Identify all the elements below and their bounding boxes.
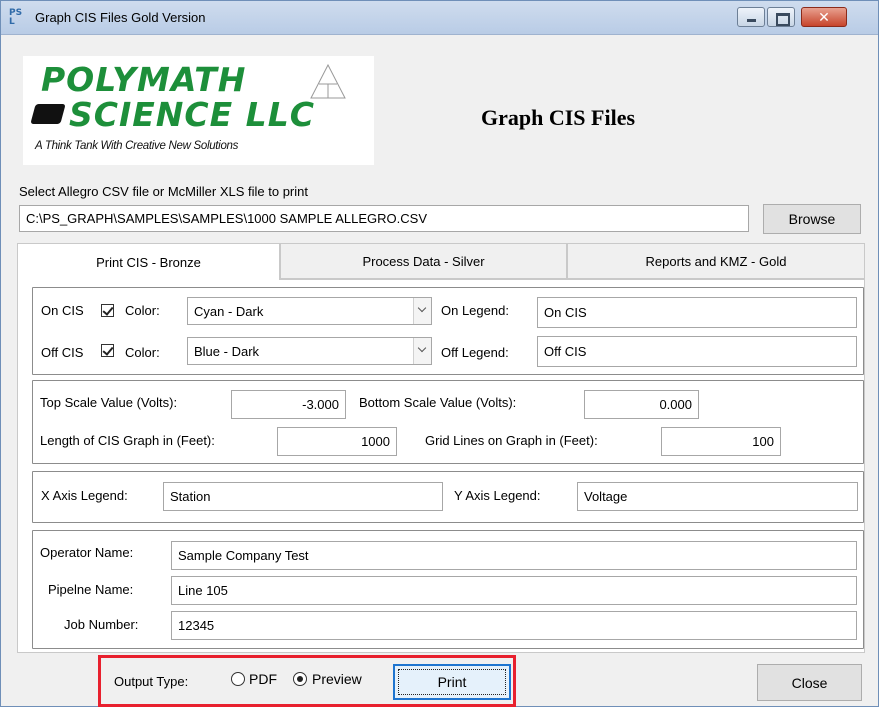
on-legend-input[interactable]: On CIS bbox=[537, 297, 857, 328]
job-number-label: Job Number: bbox=[64, 617, 139, 632]
logo-text-line2: SCIENCE LLC bbox=[69, 95, 315, 134]
on-color-select[interactable]: Cyan - Dark bbox=[187, 297, 432, 325]
triangle-logo-icon bbox=[310, 63, 346, 99]
chevron-down-icon[interactable] bbox=[413, 338, 431, 364]
minimize-button[interactable] bbox=[737, 7, 765, 27]
pdf-radio[interactable] bbox=[231, 672, 245, 686]
bottom-scale-input[interactable]: 0.000 bbox=[584, 390, 699, 419]
logo-text-line1: POLYMATH bbox=[41, 60, 247, 99]
pipeline-name-label: Pipelne Name: bbox=[48, 582, 134, 597]
preview-radio[interactable] bbox=[293, 672, 307, 686]
job-number-input[interactable]: 12345 bbox=[171, 611, 857, 640]
print-button-label: Print bbox=[437, 674, 467, 690]
x-axis-legend-label: X Axis Legend: bbox=[41, 488, 128, 503]
graph-length-input[interactable]: 1000 bbox=[277, 427, 397, 456]
close-button[interactable]: Close bbox=[757, 664, 862, 701]
graph-length-label: Length of CIS Graph in (Feet): bbox=[40, 433, 215, 448]
browse-button[interactable]: Browse bbox=[763, 204, 861, 234]
off-color-select[interactable]: Blue - Dark bbox=[187, 337, 432, 365]
tab-print-cis-bronze[interactable]: Print CIS - Bronze bbox=[17, 243, 280, 280]
top-scale-input[interactable]: -3.000 bbox=[231, 390, 346, 419]
off-cis-label: Off CIS bbox=[41, 345, 84, 360]
print-button[interactable]: Print bbox=[393, 664, 511, 700]
tab-process-data-silver[interactable]: Process Data - Silver bbox=[280, 243, 567, 279]
operator-name-label: Operator Name: bbox=[40, 545, 134, 560]
chip-icon bbox=[30, 104, 66, 124]
top-scale-label: Top Scale Value (Volts): bbox=[40, 395, 178, 410]
app-window: PS L Graph CIS Files Gold Version ✕ POLY… bbox=[0, 0, 879, 707]
preview-radio-label[interactable]: Preview bbox=[312, 671, 362, 687]
title-bar[interactable]: PS L Graph CIS Files Gold Version ✕ bbox=[1, 1, 878, 35]
app-icon: PS L bbox=[9, 8, 23, 27]
tab-bar: Print CIS - Bronze Process Data - Silver… bbox=[17, 243, 865, 280]
grid-lines-input[interactable]: 100 bbox=[661, 427, 781, 456]
pipeline-name-input[interactable]: Line 105 bbox=[171, 576, 857, 605]
off-legend-input[interactable]: Off CIS bbox=[537, 336, 857, 367]
on-color-label: Color: bbox=[125, 303, 160, 318]
company-logo: POLYMATH SCIENCE LLC A Think Tank With C… bbox=[23, 56, 374, 165]
logo-tagline: A Think Tank With Creative New Solutions bbox=[35, 140, 239, 152]
off-color-label: Color: bbox=[125, 345, 160, 360]
close-window-button[interactable]: ✕ bbox=[801, 7, 847, 27]
bottom-scale-label: Bottom Scale Value (Volts): bbox=[359, 395, 517, 410]
y-axis-legend-label: Y Axis Legend: bbox=[454, 488, 541, 503]
tab-reports-kmz-gold[interactable]: Reports and KMZ - Gold bbox=[567, 243, 865, 279]
file-path-input[interactable]: C:\PS_GRAPH\SAMPLES\SAMPLES\1000 SAMPLE … bbox=[19, 205, 749, 232]
on-cis-checkbox[interactable] bbox=[101, 304, 114, 317]
output-type-label: Output Type: bbox=[114, 674, 189, 689]
x-axis-legend-input[interactable]: Station bbox=[163, 482, 443, 511]
grid-lines-label: Grid Lines on Graph in (Feet): bbox=[425, 433, 598, 448]
chevron-down-icon[interactable] bbox=[413, 298, 431, 324]
file-select-label: Select Allegro CSV file or McMiller XLS … bbox=[19, 184, 308, 199]
window-title: Graph CIS Files Gold Version bbox=[35, 10, 206, 25]
on-color-value: Cyan - Dark bbox=[194, 303, 264, 319]
maximize-button[interactable] bbox=[767, 7, 795, 27]
close-icon: ✕ bbox=[818, 9, 830, 25]
pdf-radio-label[interactable]: PDF bbox=[249, 671, 277, 687]
on-legend-label: On Legend: bbox=[441, 303, 509, 318]
off-cis-checkbox[interactable] bbox=[101, 344, 114, 357]
operator-name-input[interactable]: Sample Company Test bbox=[171, 541, 857, 570]
y-axis-legend-input[interactable]: Voltage bbox=[577, 482, 858, 511]
on-cis-label: On CIS bbox=[41, 303, 84, 318]
page-title: Graph CIS Files bbox=[481, 105, 636, 130]
off-color-value: Blue - Dark bbox=[194, 343, 260, 359]
off-legend-label: Off Legend: bbox=[441, 345, 509, 360]
